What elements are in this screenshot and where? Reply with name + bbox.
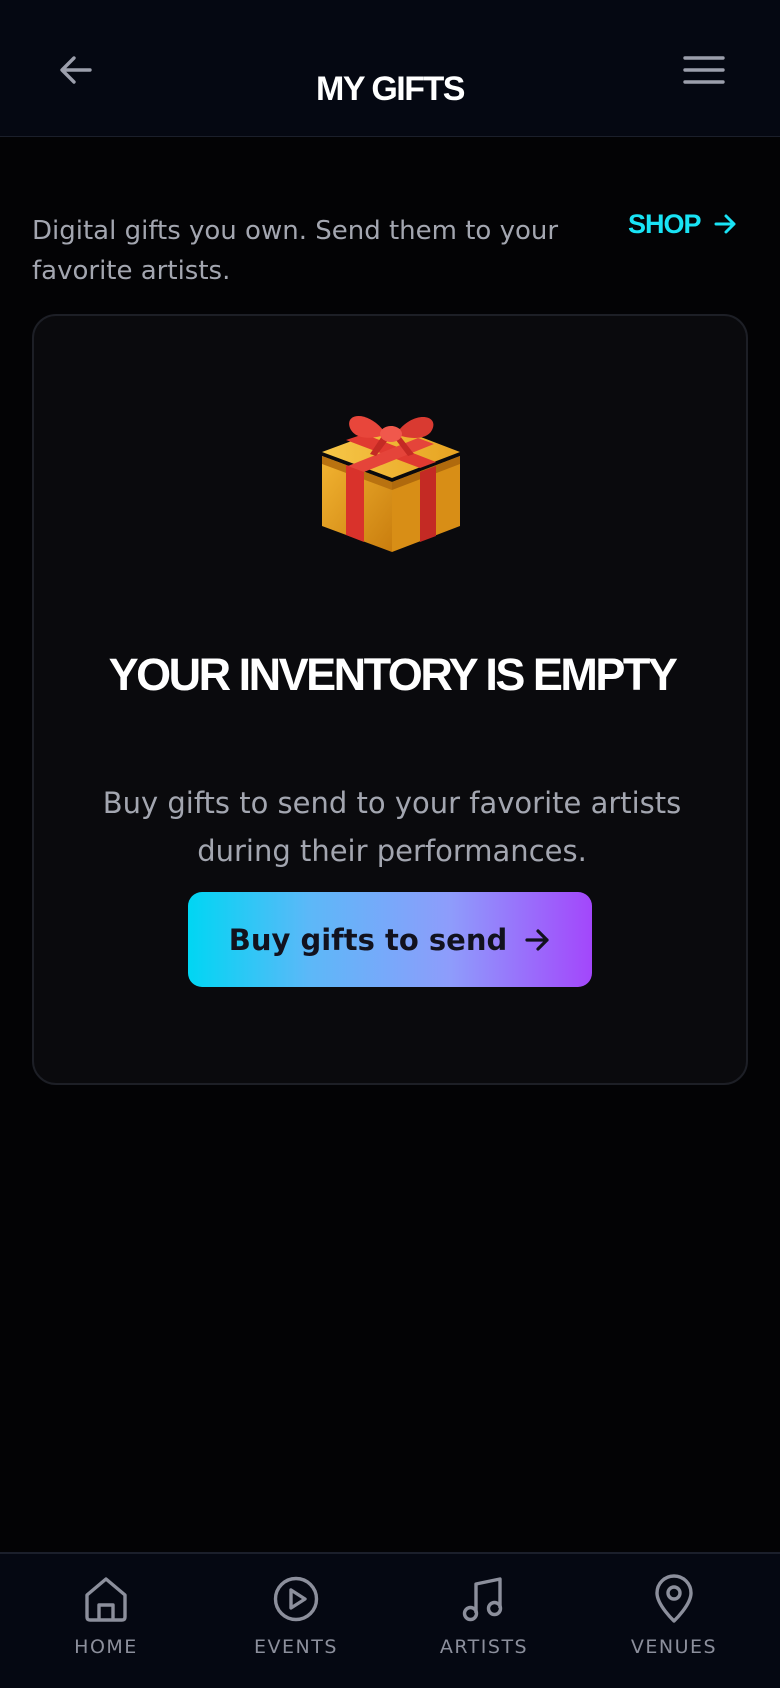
nav-item-home-label: HOME [74,1636,138,1658]
hamburger-menu-icon [683,56,725,84]
intro-text: Digital gifts you own. Send them to your… [32,216,559,286]
nav-item-artists-label: ARTISTS [439,1636,529,1658]
arrow-right-icon [714,214,736,234]
nav-item-venues-label: VENUES [630,1636,718,1658]
empty-state-description: Buy gifts to send to your favorite artis… [102,786,682,868]
empty-inventory-card: YOUR INVENTORY IS EMPTY Buy gifts to sen… [32,314,748,1085]
menu-button[interactable] [676,42,732,98]
shop-link[interactable]: SHOP [628,204,737,244]
nav-item-venues[interactable]: VENUES [599,1574,749,1674]
nav-item-events[interactable]: EVENTS [221,1574,371,1674]
bottom-navigation: HOME EVENTS ARTISTS VENUES [0,1552,780,1688]
buy-gifts-button-label: Buy gifts to send [228,922,508,957]
music-note-icon [459,1574,509,1624]
arrow-right-icon [525,928,549,951]
page-title: MY GIFTS [316,69,465,108]
nav-item-home[interactable]: HOME [31,1574,181,1674]
nav-item-artists[interactable]: ARTISTS [409,1574,559,1674]
home-icon [81,1574,131,1624]
play-circle-icon [271,1574,321,1624]
buy-gifts-button[interactable]: Buy gifts to send [188,892,592,987]
nav-item-events-label: EVENTS [254,1636,338,1658]
gift-icon [322,415,460,552]
empty-state-title: YOUR INVENTORY IS EMPTY [108,649,678,701]
map-pin-icon [649,1574,699,1624]
shop-link-label: SHOP [628,208,702,239]
top-app-bar: MY GIFTS [0,0,780,137]
